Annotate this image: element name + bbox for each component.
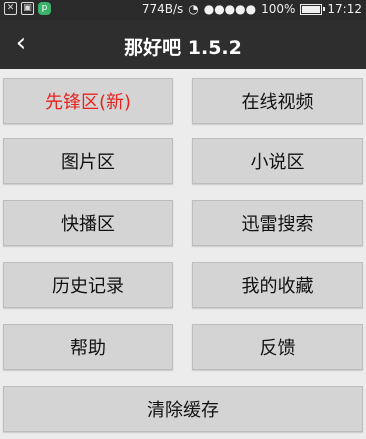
help-button[interactable]: 帮助 bbox=[3, 324, 173, 370]
signal-icon: ●●●●● bbox=[203, 2, 257, 16]
app-notification-icon: p bbox=[38, 2, 51, 15]
pioneer-zone-button[interactable]: 先锋区(新) bbox=[3, 78, 173, 124]
thunder-search-button[interactable]: 迅雷搜索 bbox=[192, 200, 363, 246]
novels-button[interactable]: 小说区 bbox=[192, 138, 363, 184]
notification-x-icon: ✕ bbox=[4, 2, 17, 15]
images-button[interactable]: 图片区 bbox=[3, 138, 173, 184]
app-bar: ‹ 那好吧 1.5.2 bbox=[0, 20, 366, 69]
battery-icon bbox=[300, 3, 326, 15]
feedback-button[interactable]: 反馈 bbox=[192, 324, 363, 370]
gallery-icon: ▣ bbox=[21, 2, 34, 15]
status-bar: ✕ ▣ p 774B/s ◔ ●●●●● 100% 17:12 bbox=[0, 0, 366, 20]
clear-cache-button[interactable]: 清除缓存 bbox=[3, 386, 363, 432]
quick-play-button[interactable]: 快播区 bbox=[3, 200, 173, 246]
history-button[interactable]: 历史记录 bbox=[3, 262, 173, 308]
net-speed: 774B/s bbox=[141, 2, 184, 16]
clock: 17:12 bbox=[327, 2, 362, 16]
battery-level: 100% bbox=[261, 2, 296, 16]
online-video-button[interactable]: 在线视频 bbox=[192, 78, 363, 124]
page-title: 那好吧 1.5.2 bbox=[124, 37, 242, 59]
wifi-icon: ◔ bbox=[188, 2, 199, 16]
favorites-button[interactable]: 我的收藏 bbox=[192, 262, 363, 308]
